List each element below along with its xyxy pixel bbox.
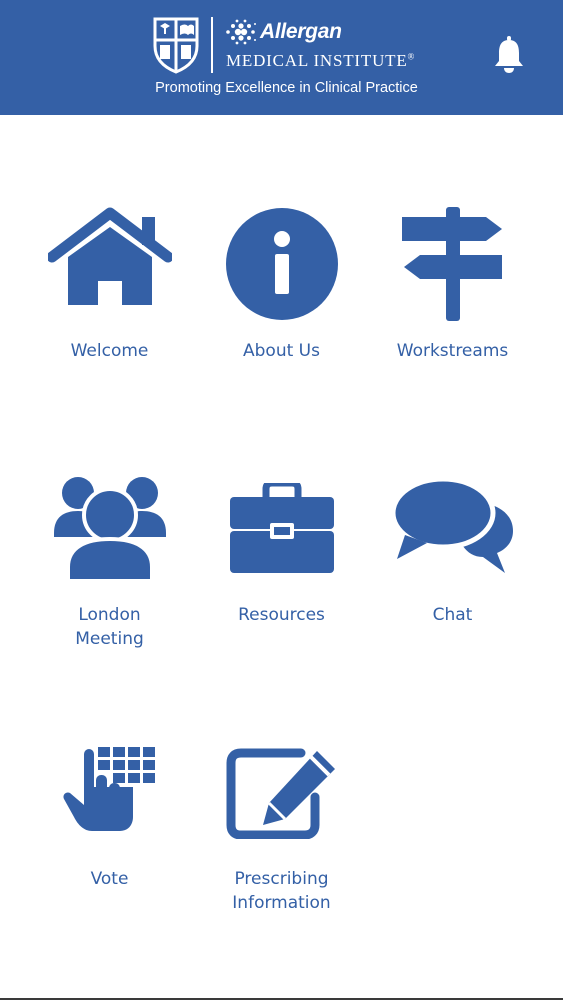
menu-tile-welcome[interactable]: Welcome <box>24 205 195 455</box>
edit-document-icon <box>226 748 335 839</box>
signpost-icon <box>401 207 502 321</box>
menu-label: About Us <box>243 341 320 361</box>
group-icon <box>53 477 166 581</box>
chat-bubbles-icon <box>390 477 513 573</box>
menu-tile-about-us[interactable]: About Us <box>196 207 367 457</box>
menu-tile-resources[interactable]: Resources <box>196 483 367 733</box>
brand-row: Allergan <box>224 18 342 46</box>
info-icon <box>225 208 338 320</box>
institute-text: MEDICAL INSTITUTE <box>226 51 408 70</box>
app-header: Allergan MEDICAL INSTITUTE® Promoting Ex… <box>0 0 563 115</box>
menu-tile-vote[interactable]: Vote <box>24 747 195 997</box>
logo-divider <box>211 17 213 73</box>
menu-tile-chat[interactable]: Chat <box>367 477 538 727</box>
menu-tile-london-meeting[interactable]: London Meeting <box>24 475 195 725</box>
menu-label: London Meeting <box>75 605 144 649</box>
menu-tile-prescribing-information[interactable]: Prescribing Information <box>196 747 367 997</box>
institute-name: MEDICAL INSTITUTE® <box>226 51 415 71</box>
keypad-hand-icon <box>62 747 155 831</box>
brand-name: Allergan <box>260 20 342 43</box>
briefcase-icon <box>229 483 334 573</box>
allergan-mark-icon <box>226 19 256 45</box>
menu-label: Chat <box>432 605 473 625</box>
bell-icon[interactable] <box>492 36 526 74</box>
menu-label: Resources <box>238 605 325 625</box>
menu-tile-workstreams[interactable]: Workstreams <box>367 207 538 457</box>
menu-label: Prescribing Information <box>232 869 331 913</box>
home-icon <box>47 207 172 305</box>
tagline: Promoting Excellence in Clinical Practic… <box>155 80 418 96</box>
menu-label: Workstreams <box>396 341 509 361</box>
shield-crest-icon <box>153 17 199 74</box>
menu-label: Vote <box>90 869 129 889</box>
menu-label: Welcome <box>70 341 149 361</box>
registered-mark: ® <box>407 51 416 62</box>
logo: Allergan MEDICAL INSTITUTE® <box>150 14 440 78</box>
